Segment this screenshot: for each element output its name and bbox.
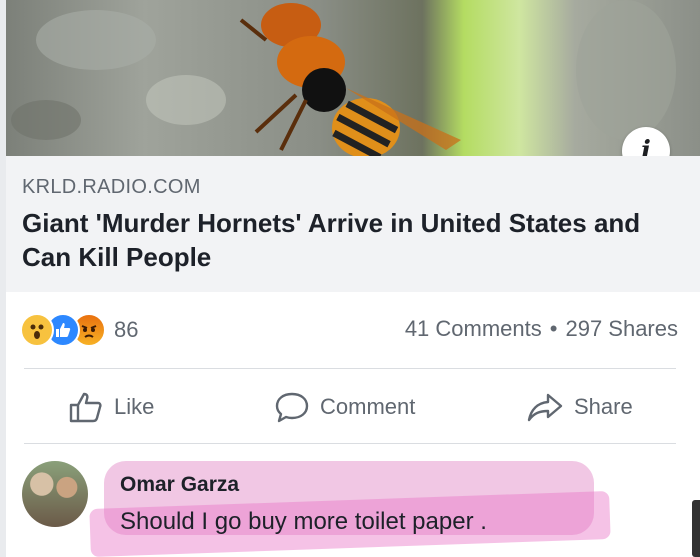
share-label: Share [574, 394, 633, 419]
link-preview[interactable]: KRLD.RADIO.COM Giant 'Murder Hornets' Ar… [6, 156, 700, 292]
reactions-summary[interactable]: 86 [20, 313, 138, 347]
engagement-stats: 41 Comments • 297 Shares [405, 316, 678, 342]
comment-text: Should I go buy more toilet paper . [120, 508, 487, 535]
link-domain: KRLD.RADIO.COM [22, 176, 201, 198]
comments-count-link[interactable]: 41 Comments [405, 316, 542, 342]
comment-author[interactable]: Omar Garza [120, 473, 239, 497]
commenter-avatar[interactable] [22, 461, 88, 527]
divider-bottom [24, 443, 676, 444]
reaction-count: 86 [114, 317, 139, 342]
comment-bubble-icon [275, 392, 309, 423]
share-arrow-icon [527, 393, 563, 422]
action-bar: Like Comment Share [0, 378, 700, 436]
comment-button[interactable]: Comment [274, 378, 415, 436]
divider-top [24, 368, 676, 369]
wow-reaction-icon [20, 313, 54, 347]
thumbs-up-icon [69, 392, 102, 423]
like-label: Like [114, 394, 155, 419]
stats-separator: • [549, 316, 558, 341]
hornet-illustration [11, 0, 676, 156]
like-button[interactable]: Like [68, 378, 154, 436]
share-button[interactable]: Share [526, 378, 633, 436]
comment-label: Comment [320, 394, 416, 419]
post-link-image[interactable] [6, 0, 700, 156]
shares-count-link[interactable]: 297 Shares [565, 316, 678, 342]
link-title[interactable]: Giant 'Murder Hornets' Arrive in United … [22, 206, 662, 274]
edge-tab [692, 500, 700, 557]
